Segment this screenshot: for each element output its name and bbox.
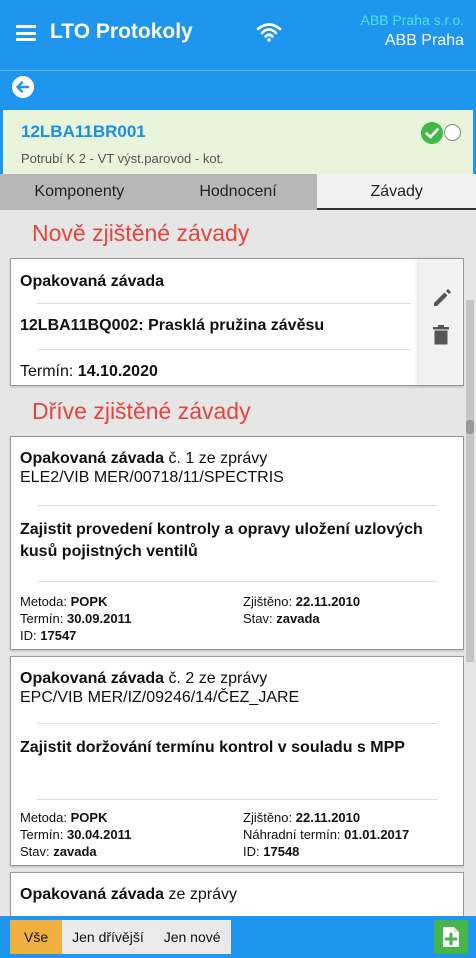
term-label: Termín:: [20, 611, 64, 626]
term-value: 14.10.2020: [77, 363, 158, 380]
old-defect-card[interactable]: Opakovaná závada ze zprávy: [10, 872, 464, 916]
state-value: zavada: [276, 611, 320, 626]
defect-type: Opakovaná závada: [20, 670, 165, 687]
id-label: ID:: [20, 628, 37, 643]
divider: [37, 505, 437, 506]
method-value: POPK: [70, 594, 108, 609]
state-value: zavada: [53, 844, 97, 859]
method-value: POPK: [70, 810, 108, 825]
defect-type: Opakovaná závada: [20, 886, 165, 903]
component-code: 12LBA11BR001: [21, 122, 146, 141]
defect-meta-right: Zjištěno: 22.11.2010 Náhradní termín: 01…: [243, 809, 409, 860]
old-defects-title: Dříve zjištěné závady: [32, 398, 251, 424]
state-label: Stav:: [20, 844, 50, 859]
wifi-icon: [256, 23, 282, 42]
method-label: Metoda:: [20, 810, 67, 825]
filter-all[interactable]: Vše: [10, 920, 63, 954]
defect-title: Opakovaná závada ze zprávy: [20, 885, 237, 905]
component-description: Potrubí K 2 - VT výst.parovod - kot.: [21, 151, 224, 166]
state-label: Stav:: [243, 611, 273, 626]
tab-bar: Komponenty Hodnocení Závady: [0, 174, 476, 210]
delete-icon[interactable]: [433, 325, 449, 345]
defect-report-ref: EPC/VIB MER/IZ/09246/14/ČEZ_JARE: [20, 689, 300, 706]
defect-meta-left: Metoda: POPK Termín: 30.04.2011 Stav: za…: [20, 809, 131, 860]
defect-ref-prefix: ze zprávy: [164, 886, 237, 903]
id-value: 17548: [263, 844, 300, 859]
id-label: ID:: [243, 844, 260, 859]
defect-ref-prefix: č. 1 ze zprávy: [164, 450, 268, 467]
divider: [37, 723, 437, 724]
defect-name: 12LBA11BQ002: Prasklá pružina závěsu: [20, 317, 325, 334]
back-arrow-icon[interactable]: [12, 76, 34, 98]
term-label: Termín:: [20, 827, 64, 842]
new-defects-title: Nově zjištěné závady: [32, 220, 250, 246]
divider: [37, 349, 411, 350]
filter-group: Vše Jen dřívější Jen nové: [10, 920, 231, 954]
found-label: Zjištěno:: [243, 594, 293, 609]
add-document-icon[interactable]: [434, 920, 468, 954]
defect-task: Zajistit provedení kontroly a opravy ulo…: [20, 521, 423, 560]
method-label: Metoda:: [20, 594, 67, 609]
defect-title: Opakovaná závada č. 2 ze zprávy: [20, 669, 267, 689]
defect-meta-left: Metoda: POPK Termín: 30.09.2011 ID: 1754…: [20, 593, 131, 644]
scrollbar-thumb[interactable]: [466, 420, 474, 434]
tab-komponenty[interactable]: Komponenty: [0, 174, 159, 210]
found-value: 22.11.2010: [295, 810, 361, 825]
alt-term-label: Náhradní termín:: [243, 827, 341, 842]
defect-type: Opakovaná závada: [20, 273, 165, 290]
defect-title: Opakovaná závada č. 1 ze zprávy: [20, 449, 267, 469]
check-circle-icon: [421, 122, 443, 144]
term-label: Termín:: [20, 363, 74, 380]
divider: [37, 303, 411, 304]
found-label: Zjištěno:: [243, 810, 293, 825]
alt-term-value: 01.01.2017: [344, 827, 410, 842]
navigation-bar: [0, 70, 476, 110]
old-defect-card[interactable]: Opakovaná závada č. 1 ze zprávy ELE2/VIB…: [10, 436, 464, 650]
company-short: ABB Praha: [384, 32, 464, 49]
defects-list[interactable]: Nově zjištěné závady Opakovaná závada 12…: [0, 210, 464, 916]
radio-icon[interactable]: [444, 124, 461, 141]
tab-hodnoceni[interactable]: Hodnocení: [159, 174, 318, 210]
edit-icon[interactable]: [431, 287, 453, 309]
company-name: ABB Praha s.r.o.: [360, 12, 465, 28]
scrollbar-track[interactable]: [466, 300, 474, 662]
card-actions: [419, 259, 463, 385]
new-defect-card[interactable]: Opakovaná závada 12LBA11BQ002: Prasklá p…: [10, 258, 464, 386]
old-defect-card[interactable]: Opakovaná závada č. 2 ze zprávy EPC/VIB …: [10, 656, 464, 866]
term-value: 30.04.2011: [66, 827, 132, 842]
bottom-bar: Vše Jen dřívější Jen nové: [0, 916, 476, 958]
defect-type: Opakovaná závada: [20, 450, 165, 467]
defect-report-ref: ELE2/VIB MER/00718/11/SPECTRIS: [20, 469, 284, 486]
divider: [37, 581, 437, 582]
defect-ref-prefix: č. 2 ze zprávy: [164, 670, 268, 687]
defect-term: Termín: 14.10.2020: [20, 363, 158, 381]
filter-new-only[interactable]: Jen nové: [154, 920, 231, 954]
app-title: LTO Protokoly: [50, 20, 193, 43]
tab-zavady[interactable]: Závady: [317, 174, 476, 210]
term-value: 30.09.2011: [66, 611, 132, 626]
divider: [37, 799, 437, 800]
top-bar: LTO Protokoly ABB Praha s.r.o. ABB Praha: [0, 0, 476, 70]
component-header: 12LBA11BR001 Potrubí K 2 - VT výst.parov…: [0, 110, 476, 174]
found-value: 22.11.2010: [295, 594, 361, 609]
id-value: 17547: [40, 628, 77, 643]
filter-previous-only[interactable]: Jen dřívější: [62, 920, 154, 954]
defect-task: Zajistit doržování termínu kontrol v sou…: [20, 739, 405, 756]
menu-icon[interactable]: [16, 25, 36, 41]
defect-meta-right: Zjištěno: 22.11.2010 Stav: zavada: [243, 593, 360, 627]
